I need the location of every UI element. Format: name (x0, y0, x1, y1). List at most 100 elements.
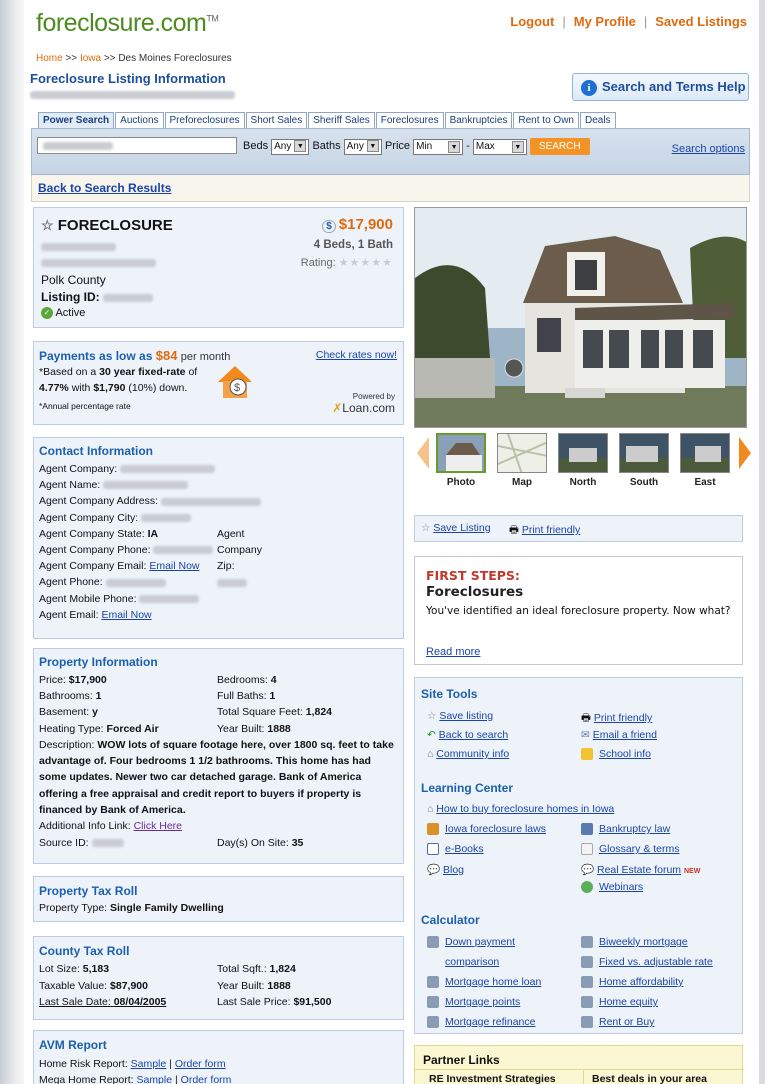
photo-thumbnail[interactable] (436, 433, 486, 473)
next-arrow-icon[interactable] (739, 437, 751, 469)
learning-link[interactable]: e-Books (445, 843, 484, 855)
search-button[interactable]: SEARCH (529, 138, 590, 155)
my-profile-link[interactable]: My Profile (574, 14, 636, 29)
map-thumbnail[interactable] (497, 433, 547, 473)
tab-sheriff-sales[interactable]: Sheriff Sales (308, 112, 375, 129)
price-min-select[interactable]: Min ▼ (413, 139, 464, 155)
agent-email-link[interactable]: Email Now (101, 609, 151, 621)
partner-col-2[interactable]: Best deals in your area (592, 1073, 707, 1084)
breadcrumb-state[interactable]: Iowa (80, 53, 101, 64)
calculator-link[interactable]: Home affordability (599, 976, 683, 988)
print-friendly-link[interactable]: Print friendly (522, 524, 580, 536)
tool-email-friend[interactable]: ✉ Email a friend (581, 729, 657, 741)
order-form-link[interactable]: Order form (175, 1058, 226, 1070)
tab-power-search[interactable]: Power Search (38, 112, 115, 129)
calc-affordability[interactable]: Home affordability (581, 976, 683, 989)
learning-link[interactable]: Bankruptcy law (599, 823, 670, 835)
learning-link[interactable]: Glossary & terms (599, 843, 680, 855)
calculator-link[interactable]: Home equity (599, 996, 658, 1008)
sample-link[interactable]: Sample (136, 1074, 172, 1084)
calculator-link[interactable]: Mortgage points (445, 996, 520, 1008)
tool-link[interactable]: Email a friend (593, 729, 657, 741)
company-email-link[interactable]: Email Now (149, 560, 199, 572)
learning-link[interactable]: Webinars (599, 881, 643, 893)
learn-bankruptcy-law[interactable]: Bankruptcy law (581, 823, 670, 836)
tool-link[interactable]: Print friendly (594, 712, 652, 724)
tab-deals[interactable]: Deals (579, 112, 616, 129)
beds-select[interactable]: Any ▼ (271, 139, 310, 155)
tab-foreclosures[interactable]: Foreclosures (375, 112, 444, 129)
calculator-link[interactable]: Mortgage home loan (445, 976, 541, 988)
sample-link[interactable]: Sample (131, 1058, 167, 1070)
tool-link[interactable]: School info (599, 748, 651, 760)
tab-preforeclosures[interactable]: Preforeclosures (164, 112, 245, 129)
learn-webinars[interactable]: Webinars (581, 881, 643, 894)
price-max-select[interactable]: Max ▼ (472, 139, 527, 155)
calculator-link[interactable]: comparison (445, 956, 499, 968)
calc-biweekly[interactable]: Biweekly mortgage (581, 936, 688, 949)
learn-foreclosure-laws[interactable]: Iowa foreclosure laws (427, 823, 546, 836)
calc-refinance[interactable]: Mortgage refinance (427, 1016, 535, 1029)
calc-comparison[interactable]: comparison (445, 956, 499, 968)
listing-price: $17,900 (338, 216, 393, 233)
calc-home-equity[interactable]: Home equity (581, 996, 658, 1009)
east-thumbnail[interactable] (680, 433, 730, 473)
breadcrumb-home[interactable]: Home (36, 53, 63, 64)
prev-arrow-icon[interactable] (417, 437, 429, 469)
learning-link[interactable]: Iowa foreclosure laws (445, 823, 546, 835)
baths-select[interactable]: Any ▼ (343, 139, 382, 155)
learn-how-to-buy[interactable]: ⌂ How to buy foreclosure homes in Iowa (427, 803, 614, 815)
read-more-link[interactable]: Read more (426, 646, 480, 658)
calc-mortgage-home-loan[interactable]: Mortgage home loan (427, 976, 541, 989)
calc-mortgage-points[interactable]: Mortgage points (427, 996, 520, 1009)
tool-school-info[interactable]: School info (581, 748, 651, 761)
logout-link[interactable]: Logout (510, 14, 554, 29)
calc-rent-or-buy[interactable]: Rent or Buy (581, 1016, 654, 1029)
save-listing-action[interactable]: ☆ Save Listing (421, 522, 491, 534)
rating-stars-icon[interactable]: ★★★★★ (339, 257, 393, 269)
back-to-results-link[interactable]: Back to Search Results (38, 181, 171, 195)
scrollbar-track[interactable] (759, 0, 765, 1084)
calculator-link[interactable]: Rent or Buy (599, 1016, 654, 1028)
partner-col-1[interactable]: RE Investment Strategies (429, 1073, 556, 1084)
north-thumbnail[interactable] (558, 433, 608, 473)
learn-blog[interactable]: 💬 Blog (427, 863, 464, 876)
tab-bankruptcies[interactable]: Bankruptcies (444, 112, 513, 129)
star-icon[interactable]: ☆ (41, 217, 54, 233)
tab-auctions[interactable]: Auctions (115, 112, 164, 129)
calculator-link[interactable]: Down payment (445, 936, 515, 948)
tab-rent-to-own[interactable]: Rent to Own (513, 112, 579, 129)
check-rates-link[interactable]: Check rates now! (316, 349, 397, 361)
tool-print-friendly[interactable]: 🖶 Print friendly (581, 710, 652, 728)
tool-community-info[interactable]: ⌂ Community info (427, 748, 509, 760)
tool-link[interactable]: Community info (436, 748, 509, 760)
additional-info-link[interactable]: Click Here (134, 820, 182, 832)
calculator-link[interactable]: Mortgage refinance (445, 1016, 535, 1028)
south-thumbnail[interactable] (619, 433, 669, 473)
save-listing-link[interactable]: Save Listing (433, 522, 490, 534)
tab-short-sales[interactable]: Short Sales (245, 112, 308, 129)
location-search-input[interactable] (37, 137, 237, 154)
calculator-link[interactable]: Biweekly mortgage (599, 936, 688, 948)
tool-link[interactable]: Save listing (439, 710, 493, 722)
calc-fixed-vs-adjustable[interactable]: Fixed vs. adjustable rate (581, 956, 713, 969)
search-options-link[interactable]: Search options (672, 143, 745, 155)
learning-link[interactable]: How to buy foreclosure homes in Iowa (436, 803, 614, 815)
site-logo[interactable]: foreclosure.comTM (36, 9, 219, 38)
tool-save-listing[interactable]: ☆ Save listing (427, 710, 493, 722)
saved-listings-link[interactable]: Saved Listings (655, 14, 747, 29)
calc-down-payment[interactable]: Down payment (427, 936, 515, 949)
learning-link[interactable]: Blog (443, 864, 464, 876)
tool-back-to-search[interactable]: ↶ Back to search (427, 729, 508, 741)
search-terms-help-button[interactable]: i Search and Terms Help (572, 73, 749, 101)
print-friendly-action[interactable]: 🖶 Print friendly (509, 522, 580, 540)
learn-ebooks[interactable]: e-Books (427, 843, 484, 856)
order-form-link[interactable]: Order form (181, 1074, 232, 1084)
loan-powered-by[interactable]: Powered by ✗Loan.com (332, 392, 395, 415)
learning-link[interactable]: Real Estate forum (597, 864, 681, 876)
learn-glossary[interactable]: Glossary & terms (581, 843, 680, 856)
property-photo[interactable] (414, 207, 747, 428)
tool-link[interactable]: Back to search (439, 729, 508, 741)
calculator-link[interactable]: Fixed vs. adjustable rate (599, 956, 713, 968)
learn-forum[interactable]: 💬 Real Estate forum NEW (581, 863, 700, 876)
